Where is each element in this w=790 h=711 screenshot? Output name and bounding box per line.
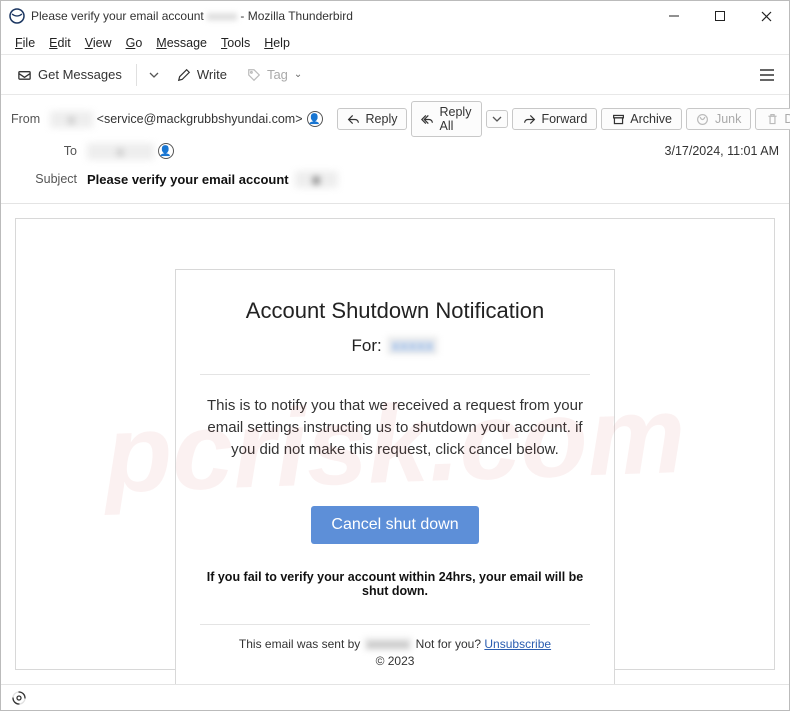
from-address[interactable]: <service@mackgrubbshyundai.com> xyxy=(97,112,303,126)
divider xyxy=(200,374,590,375)
email-content-frame: pcrisk.com Account Shutdown Notification… xyxy=(15,218,775,670)
window-title-redacted: xxxxx xyxy=(204,9,241,23)
from-label: From xyxy=(11,112,44,126)
chevron-down-icon: ⌄ xyxy=(294,69,302,80)
menu-file[interactable]: File xyxy=(9,34,41,52)
tag-label: Tag xyxy=(267,67,288,82)
divider xyxy=(200,624,590,625)
reply-all-button[interactable]: Reply All xyxy=(411,101,482,137)
from-name-redacted: x xyxy=(50,111,93,128)
subject-label: Subject xyxy=(11,172,81,186)
unsubscribe-link[interactable]: Unsubscribe xyxy=(484,637,551,651)
card-body-text: This is to notify you that we received a… xyxy=(200,395,590,460)
tag-icon xyxy=(247,68,261,82)
junk-label: Junk xyxy=(715,112,741,126)
message-header: From x <service@mackgrubbshyundai.com> 👤… xyxy=(1,95,789,204)
menu-tools[interactable]: Tools xyxy=(215,34,256,52)
notification-card: Account Shutdown Notification For: xxxxx… xyxy=(175,269,615,684)
reply-all-icon xyxy=(421,112,434,126)
card-footer: This email was sent by xxxxxxx Not for y… xyxy=(200,637,590,651)
archive-label: Archive xyxy=(630,112,672,126)
toolbar: Get Messages Write Tag ⌄ xyxy=(1,55,789,95)
card-heading: Account Shutdown Notification xyxy=(200,298,590,324)
pencil-icon xyxy=(177,68,191,82)
subject-redacted: x xyxy=(295,171,338,188)
forward-icon xyxy=(522,112,536,126)
not-for-you-text: Not for you? xyxy=(416,637,481,651)
window-titlebar: Please verify your email account xxxxx -… xyxy=(1,1,789,31)
status-sync-icon[interactable] xyxy=(11,690,27,706)
download-icon xyxy=(17,67,32,82)
write-label: Write xyxy=(197,67,227,82)
card-for-line: For: xxxxx xyxy=(200,336,590,356)
junk-icon xyxy=(696,112,710,126)
window-title-prefix: Please verify your email account xyxy=(31,9,204,23)
maximize-button[interactable] xyxy=(697,1,743,31)
reply-button[interactable]: Reply xyxy=(337,108,408,130)
menu-go[interactable]: Go xyxy=(120,34,149,52)
junk-button[interactable]: Junk xyxy=(686,108,751,130)
hamburger-menu-button[interactable] xyxy=(753,61,781,89)
forward-label: Forward xyxy=(541,112,587,126)
app-icon xyxy=(9,8,25,24)
get-messages-dropdown[interactable] xyxy=(143,70,165,80)
for-label: For: xyxy=(352,336,382,355)
reply-all-label: Reply All xyxy=(439,105,472,133)
archive-icon xyxy=(611,112,625,126)
delete-button[interactable]: Delete xyxy=(755,108,790,130)
get-messages-button[interactable]: Get Messages xyxy=(9,63,130,86)
cancel-shutdown-button[interactable]: Cancel shut down xyxy=(311,506,478,544)
contact-info-icon[interactable]: 👤 xyxy=(307,111,323,127)
card-warning-text: If you fail to verify your account withi… xyxy=(200,570,590,598)
to-label: To xyxy=(11,144,81,158)
sent-by-redacted: xxxxxxx xyxy=(364,637,413,651)
menubar: File Edit View Go Message Tools Help xyxy=(1,31,789,55)
archive-button[interactable]: Archive xyxy=(601,108,682,130)
reply-label: Reply xyxy=(366,112,398,126)
get-messages-label: Get Messages xyxy=(38,67,122,82)
forward-button[interactable]: Forward xyxy=(512,108,597,130)
subject-text: Please verify your email account xyxy=(87,172,289,187)
tag-button[interactable]: Tag ⌄ xyxy=(239,63,310,86)
menu-message[interactable]: Message xyxy=(150,34,213,52)
reply-all-dropdown[interactable] xyxy=(486,110,508,128)
statusbar xyxy=(1,684,789,710)
minimize-button[interactable] xyxy=(651,1,697,31)
card-copyright: © 2023 xyxy=(200,654,590,668)
contact-info-icon[interactable]: 👤 xyxy=(158,143,174,159)
menu-view[interactable]: View xyxy=(79,34,118,52)
menu-edit[interactable]: Edit xyxy=(43,34,77,52)
close-button[interactable] xyxy=(743,1,789,31)
message-body-pane: pcrisk.com Account Shutdown Notification… xyxy=(1,204,789,684)
delete-label: Delete xyxy=(784,112,790,126)
separator xyxy=(136,64,137,86)
trash-icon xyxy=(765,112,779,126)
sent-by-prefix: This email was sent by xyxy=(239,637,360,651)
write-button[interactable]: Write xyxy=(169,63,235,86)
window-title-suffix: - Mozilla Thunderbird xyxy=(240,9,353,23)
menu-help[interactable]: Help xyxy=(258,34,296,52)
for-value-redacted: xxxxx xyxy=(387,336,439,355)
reply-icon xyxy=(347,112,361,126)
to-address-redacted: x xyxy=(87,143,154,160)
message-date: 3/17/2024, 11:01 AM xyxy=(665,144,779,158)
